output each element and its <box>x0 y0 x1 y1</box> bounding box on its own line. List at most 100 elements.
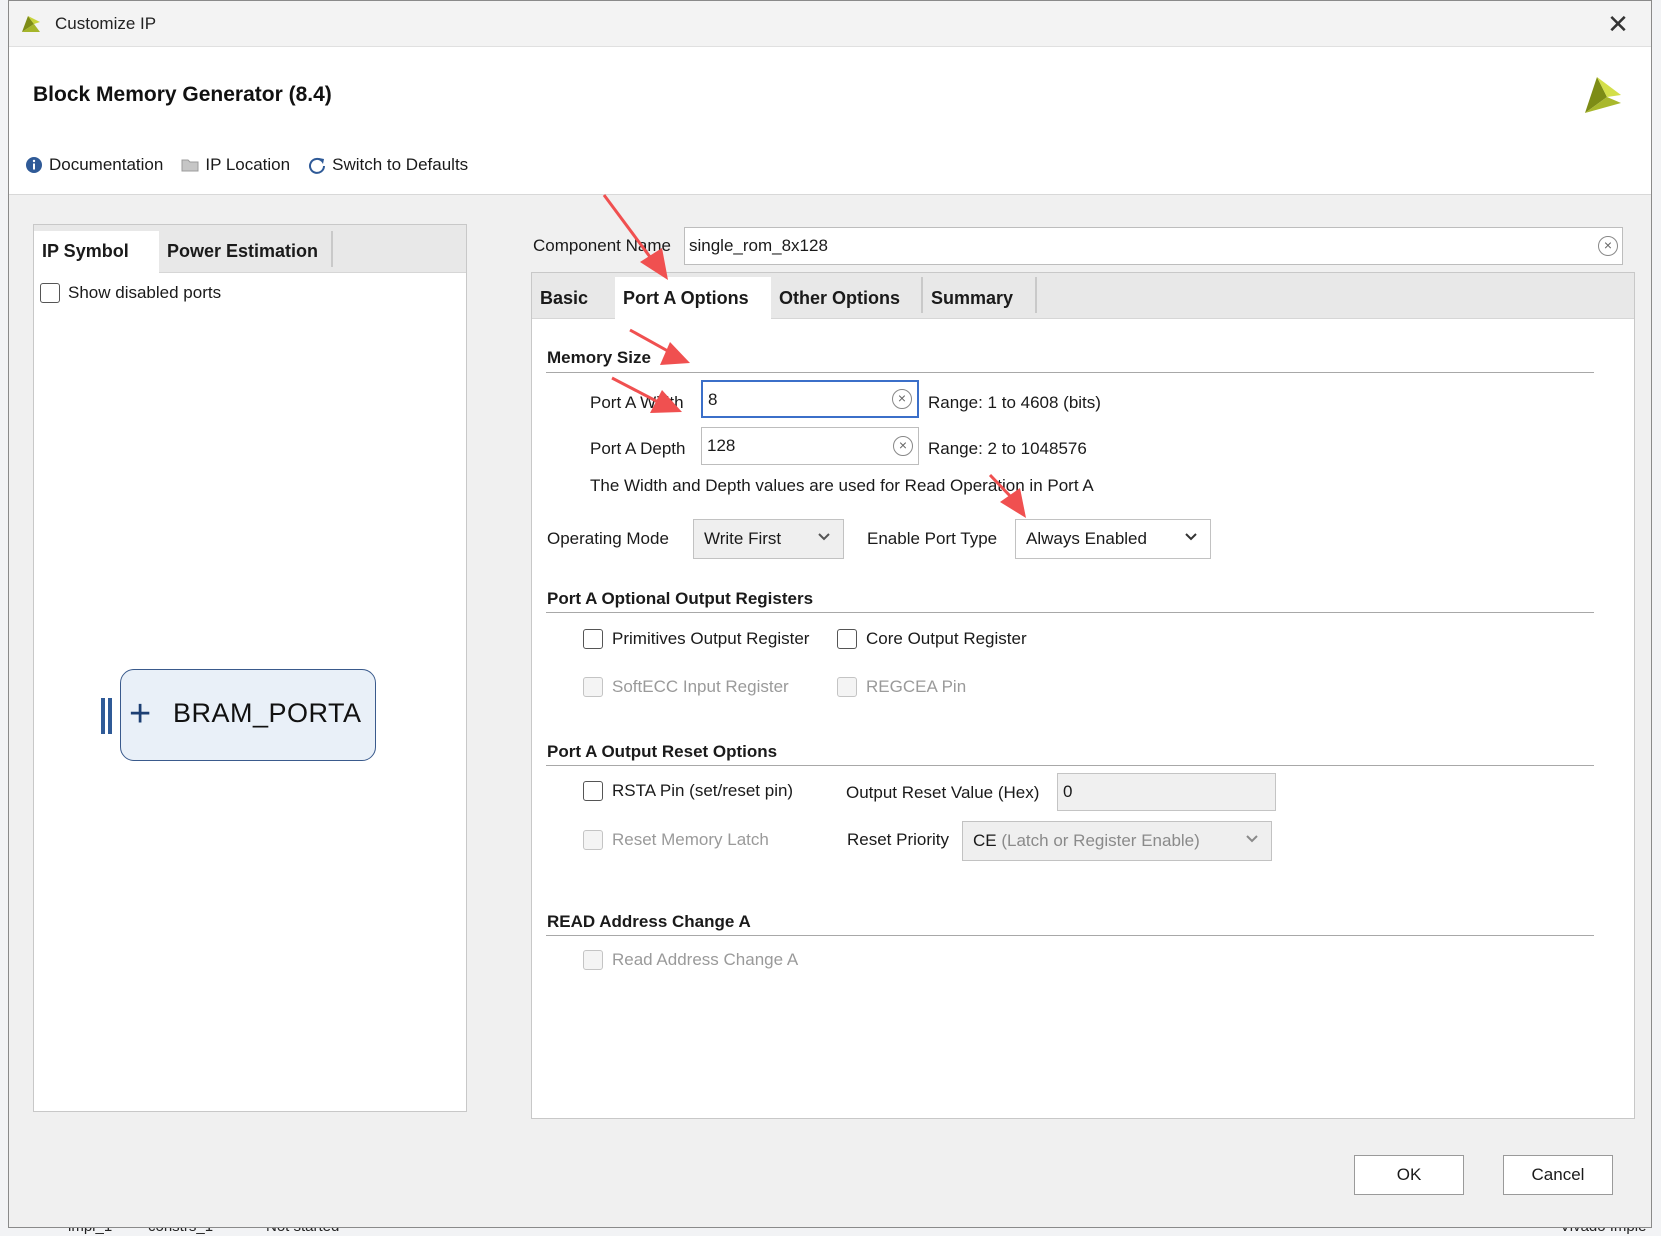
regcea-pin-option: REGCEA Pin <box>837 677 966 697</box>
vivado-logo-icon <box>22 16 40 32</box>
config-tab-bar: Basic Port A Options Other Options Summa… <box>532 273 1634 319</box>
title-bar: Customize IP ✕ <box>9 1 1651 47</box>
ip-heading: Block Memory Generator (8.4) <box>33 83 332 106</box>
show-disabled-ports-row[interactable]: Show disabled ports <box>40 283 221 303</box>
read-address-change-label: Read Address Change A <box>612 950 799 969</box>
chevron-down-icon <box>1246 835 1258 843</box>
cancel-button[interactable]: Cancel <box>1503 1155 1613 1195</box>
core-output-register-checkbox[interactable] <box>837 629 857 649</box>
tab-ip-symbol[interactable]: IP Symbol <box>34 231 159 273</box>
output-reset-value-input: 0 <box>1057 773 1276 811</box>
switch-to-defaults-button[interactable]: Switch to Defaults <box>308 155 468 175</box>
port-a-width-label: Port A Width <box>590 393 684 412</box>
softecc-input-register-option: SoftECC Input Register <box>583 677 789 697</box>
port-a-depth-input[interactable]: 128 × <box>701 427 919 465</box>
clear-component-name-icon[interactable]: × <box>1598 236 1618 256</box>
expand-plus-icon[interactable]: + <box>129 692 151 736</box>
operating-mode-label: Operating Mode <box>547 529 669 548</box>
component-name-value: single_rom_8x128 <box>689 236 828 255</box>
enable-port-type-select[interactable]: Always Enabled <box>1015 519 1211 559</box>
rsta-pin-label: RSTA Pin (set/reset pin) <box>612 781 794 800</box>
switch-to-defaults-label: Switch to Defaults <box>332 155 469 174</box>
reset-memory-latch-checkbox <box>583 830 603 850</box>
width-depth-note: The Width and Depth values are used for … <box>590 476 1094 495</box>
tab-port-a-options[interactable]: Port A Options <box>615 277 771 319</box>
documentation-label: Documentation <box>49 155 164 174</box>
operating-mode-select[interactable]: Write First <box>693 519 844 559</box>
read-address-change-option: Read Address Change A <box>583 950 798 970</box>
show-disabled-ports-label: Show disabled ports <box>68 283 222 302</box>
regcea-pin-checkbox <box>837 677 857 697</box>
tab-summary[interactable]: Summary <box>923 277 1035 319</box>
refresh-icon <box>309 157 326 174</box>
header-toolbar: Documentation IP Location Switch to Defa… <box>25 155 468 175</box>
section-divider <box>546 765 1594 766</box>
port-a-width-range: Range: 1 to 4608 (bits) <box>928 393 1101 412</box>
chevron-down-icon <box>1185 533 1197 541</box>
primitives-output-register-checkbox[interactable] <box>583 629 603 649</box>
softecc-input-register-label: SoftECC Input Register <box>612 677 789 696</box>
interface-bus-icon <box>101 698 112 734</box>
primitives-output-register-label: Primitives Output Register <box>612 629 810 648</box>
port-a-depth-label: Port A Depth <box>590 439 686 458</box>
read-address-change-checkbox <box>583 950 603 970</box>
primitives-output-register-option[interactable]: Primitives Output Register <box>583 629 809 649</box>
section-divider <box>546 935 1594 936</box>
component-name-label: Component Name <box>533 236 671 255</box>
close-button[interactable]: ✕ <box>1603 9 1633 39</box>
component-name-input[interactable]: single_rom_8x128 × <box>684 227 1623 265</box>
regcea-pin-label: REGCEA Pin <box>866 677 967 696</box>
core-output-register-option[interactable]: Core Output Register <box>837 629 1027 649</box>
port-a-width-value: 8 <box>708 390 718 409</box>
clear-width-icon[interactable]: × <box>892 389 912 409</box>
ip-symbol-panel: IP Symbol Power Estimation Show disabled… <box>33 224 467 1112</box>
port-a-depth-value: 128 <box>707 436 736 455</box>
customize-ip-dialog: Customize IP ✕ Block Memory Generator (8… <box>8 0 1652 1228</box>
dialog-title: Customize IP <box>55 14 157 33</box>
documentation-button[interactable]: Documentation <box>25 155 163 175</box>
output-reset-value-label: Output Reset Value (Hex) <box>846 783 1040 802</box>
bram-porta-symbol[interactable]: + BRAM_PORTA <box>101 669 376 761</box>
enable-port-type-value: Always Enabled <box>1026 529 1147 548</box>
ip-location-label: IP Location <box>205 155 291 174</box>
reset-priority-value: CE <box>973 831 997 850</box>
reset-priority-select: CE (Latch or Register Enable) <box>962 821 1272 861</box>
softecc-input-register-checkbox <box>583 677 603 697</box>
bram-porta-label: BRAM_PORTA <box>173 698 362 728</box>
memory-size-heading: Memory Size <box>547 348 651 367</box>
reset-priority-detail: (Latch or Register Enable) <box>1001 831 1200 850</box>
show-disabled-ports-checkbox[interactable] <box>40 283 60 303</box>
read-address-heading: READ Address Change A <box>547 912 751 931</box>
operating-mode-value: Write First <box>704 529 782 548</box>
reset-priority-label: Reset Priority <box>847 830 950 849</box>
output-reset-heading: Port A Output Reset Options <box>547 742 778 761</box>
port-a-width-input[interactable]: 8 × <box>701 380 919 418</box>
section-divider <box>546 372 1594 373</box>
section-divider <box>546 612 1594 613</box>
close-icon: ✕ <box>1607 9 1629 39</box>
tab-divider <box>331 231 333 267</box>
tab-basic[interactable]: Basic <box>532 277 614 319</box>
reset-memory-latch-option: Reset Memory Latch <box>583 830 769 850</box>
ok-button[interactable]: OK <box>1354 1155 1464 1195</box>
tab-divider <box>1035 277 1037 313</box>
output-reset-value: 0 <box>1063 782 1073 801</box>
rsta-pin-option[interactable]: RSTA Pin (set/reset pin) <box>583 781 793 801</box>
clear-depth-icon[interactable]: × <box>893 436 913 456</box>
enable-port-type-label: Enable Port Type <box>867 529 998 548</box>
ip-location-button[interactable]: IP Location <box>181 155 290 175</box>
tab-power-estimation[interactable]: Power Estimation <box>159 231 331 273</box>
configuration-panel: Basic Port A Options Other Options Summa… <box>531 272 1635 1119</box>
left-tab-bar: IP Symbol Power Estimation <box>34 225 466 273</box>
tab-other-options[interactable]: Other Options <box>771 277 921 319</box>
folder-icon <box>181 159 199 172</box>
dialog-header: Block Memory Generator (8.4) Documentati… <box>9 47 1651 195</box>
core-output-register-label: Core Output Register <box>866 629 1027 648</box>
output-registers-heading: Port A Optional Output Registers <box>547 589 814 608</box>
vivado-brand-icon <box>1585 77 1621 113</box>
chevron-down-icon <box>818 533 830 541</box>
rsta-pin-checkbox[interactable] <box>583 781 603 801</box>
reset-memory-latch-label: Reset Memory Latch <box>612 830 769 849</box>
port-a-depth-range: Range: 2 to 1048576 <box>928 439 1087 458</box>
info-icon <box>26 157 42 173</box>
